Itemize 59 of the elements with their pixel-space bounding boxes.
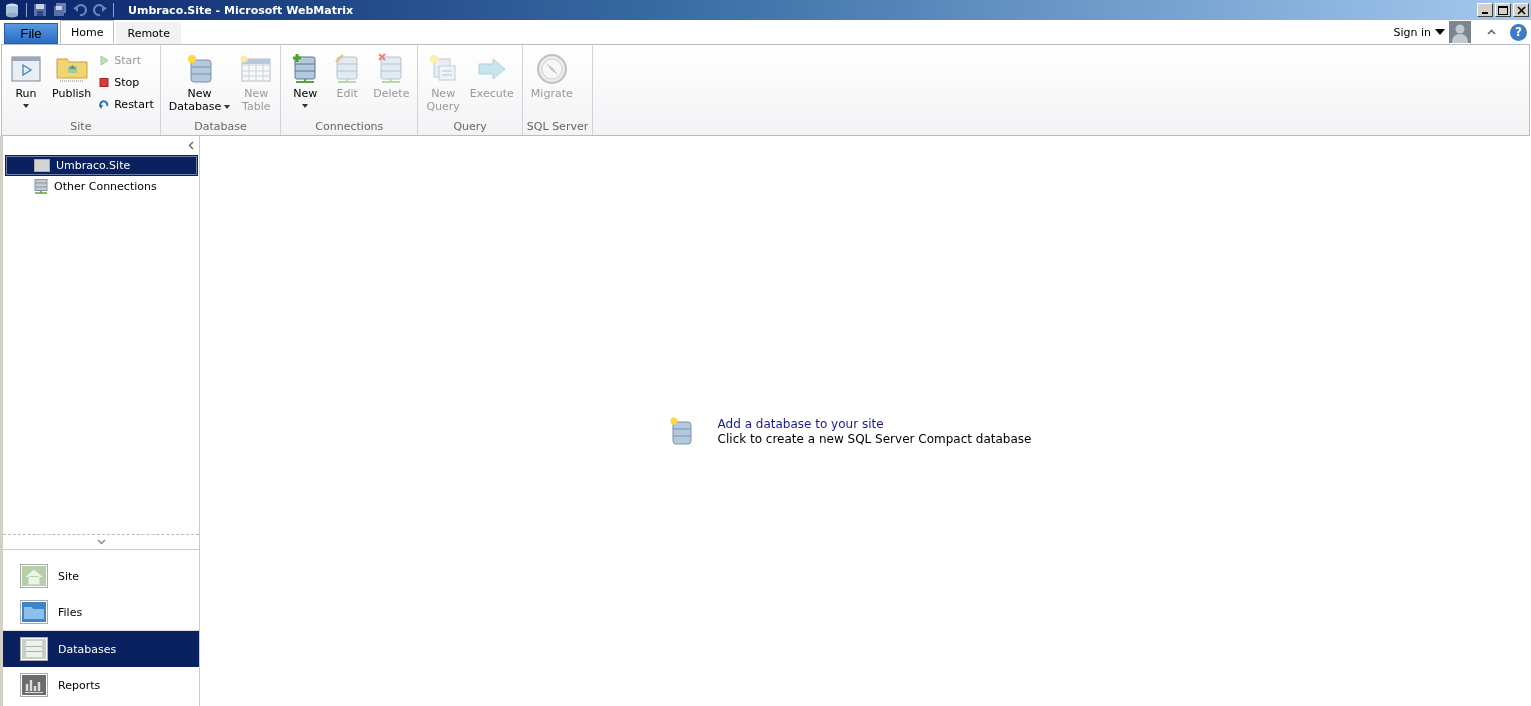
app-logo-icon xyxy=(4,2,20,18)
workspace-item[interactable]: Files xyxy=(3,594,199,630)
ribbon-button[interactable]: Restart xyxy=(97,95,156,113)
tree-item[interactable]: Other Connections xyxy=(6,177,197,196)
minimize-button[interactable] xyxy=(1477,3,1493,17)
empty-state-description: Click to create a new SQL Server Compact database xyxy=(717,431,1032,446)
ribbon-button[interactable]: New Database xyxy=(164,49,235,120)
maximize-button[interactable] xyxy=(1495,3,1511,17)
workspace-item[interactable]: Site xyxy=(3,558,199,594)
workspace-item[interactable]: Reports xyxy=(3,667,199,703)
redo-icon[interactable] xyxy=(93,3,107,17)
server-icon xyxy=(34,179,48,194)
play-icon xyxy=(99,54,110,66)
ribbon-group-label: Query xyxy=(452,120,488,135)
file-tab[interactable]: File xyxy=(4,23,58,44)
site-icon xyxy=(34,159,50,172)
right-arrow-icon xyxy=(476,57,507,81)
ribbon-button[interactable]: Stop xyxy=(97,73,156,91)
new-table-icon xyxy=(240,55,273,83)
house-icon xyxy=(20,564,48,588)
caret-icon xyxy=(1435,29,1445,35)
ribbon-button[interactable]: New xyxy=(285,49,326,120)
close-button[interactable] xyxy=(1513,3,1529,17)
stop-icon xyxy=(99,76,110,88)
save-all-icon[interactable] xyxy=(53,3,67,17)
ribbon-tab[interactable]: Remote xyxy=(116,22,181,44)
server-pencil-icon xyxy=(334,53,361,85)
collapse-ribbon-icon[interactable] xyxy=(1487,29,1496,35)
server-plus-icon xyxy=(292,53,319,85)
new-database-icon xyxy=(186,54,213,84)
ribbon-group-label: Site xyxy=(69,120,93,135)
ribbon-button[interactable]: Publish xyxy=(48,49,96,120)
folder-icon xyxy=(20,600,48,624)
restart-icon xyxy=(99,98,110,110)
ribbon-tab[interactable]: Home xyxy=(60,20,115,44)
workspace-item[interactable]: Databases xyxy=(3,630,199,667)
compass-icon xyxy=(535,53,568,85)
database-icon xyxy=(20,637,48,661)
ribbon-group-label: SQL Server xyxy=(526,120,589,135)
folder-icon xyxy=(55,55,88,83)
ribbon-group-label: Connections xyxy=(314,120,385,135)
help-button[interactable]: ? xyxy=(1510,23,1527,41)
minimize-icon xyxy=(1482,11,1488,14)
collapse-pane-icon[interactable] xyxy=(188,141,194,150)
ribbon-group-label: Database xyxy=(193,120,248,135)
ribbon-button[interactable]: Run xyxy=(6,49,46,120)
window-title: Umbraco.Site - Microsoft WebMatrix xyxy=(128,3,354,17)
add-database-link[interactable]: Add a database to your site xyxy=(717,416,884,431)
server-x-icon xyxy=(378,53,405,85)
maximize-icon xyxy=(1498,5,1508,15)
undo-icon[interactable] xyxy=(73,3,87,17)
expand-down-icon[interactable] xyxy=(96,539,106,545)
close-icon xyxy=(1516,5,1526,15)
tree-item[interactable]: Umbraco.Site xyxy=(6,156,197,175)
browser-window-icon xyxy=(11,56,41,82)
bar-chart-icon xyxy=(20,673,48,697)
sign-in-button[interactable]: Sign in xyxy=(1393,25,1445,39)
new-query-icon xyxy=(429,54,458,84)
save-icon[interactable] xyxy=(33,3,47,17)
